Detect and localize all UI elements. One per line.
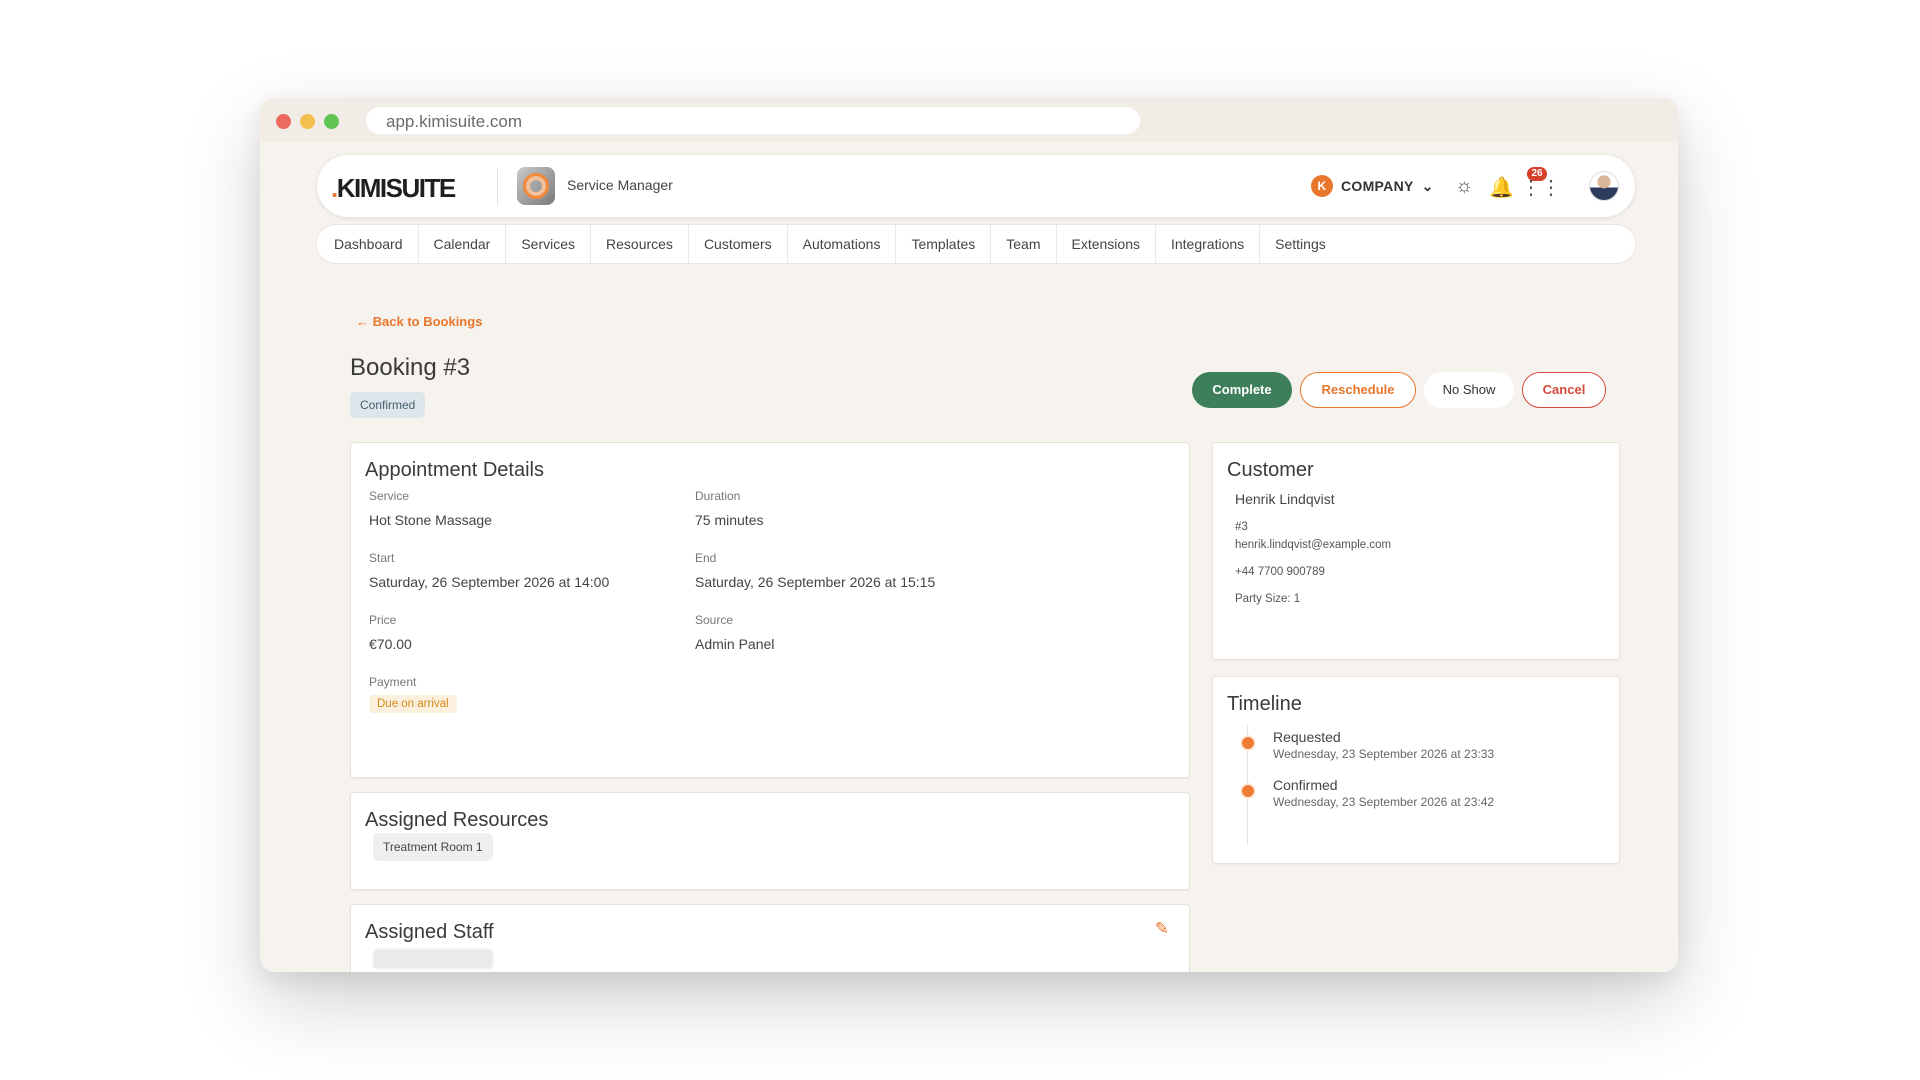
payment-field: Payment Due on arrival: [369, 675, 457, 713]
service-manager-icon: [517, 167, 555, 205]
timeline-card: Timeline Requested Wednesday, 23 Septemb…: [1212, 676, 1620, 864]
customer-email[interactable]: henrik.lindqvist@example.com: [1235, 539, 1391, 551]
back-to-bookings-link[interactable]: ← Back to Bookings: [356, 314, 482, 329]
timeline-event-title: Requested: [1273, 729, 1341, 745]
page-title: Booking #3: [350, 354, 471, 381]
appointment-details-card: Appointment Details Service Hot Stone Mas…: [350, 442, 1190, 778]
header-divider: [497, 169, 498, 205]
service-field: Service Hot Stone Massage: [369, 489, 492, 528]
arrow-left-icon: ←: [356, 314, 369, 329]
nav-extensions[interactable]: Extensions: [1057, 224, 1156, 264]
nav-resources[interactable]: Resources: [591, 224, 689, 264]
close-window-button[interactable]: [276, 114, 291, 129]
browser-window: app.kimisuite.com .KIMISUITE Service Man…: [260, 98, 1678, 972]
customer-phone[interactable]: +44 7700 900789: [1235, 566, 1325, 578]
card-heading: Assigned Resources: [365, 809, 549, 831]
customer-id: #3: [1235, 521, 1248, 533]
address-bar[interactable]: app.kimisuite.com: [366, 107, 1140, 134]
nav-integrations[interactable]: Integrations: [1156, 224, 1261, 264]
user-avatar[interactable]: [1589, 171, 1619, 201]
nav-services[interactable]: Services: [506, 224, 592, 264]
maximize-window-button[interactable]: [324, 114, 339, 129]
card-heading: Assigned Staff: [365, 921, 494, 943]
reschedule-button[interactable]: Reschedule: [1300, 372, 1416, 408]
timeline-event-date: Wednesday, 23 September 2026 at 23:33: [1273, 747, 1495, 761]
start-field: Start Saturday, 26 September 2026 at 14:0…: [369, 551, 610, 590]
customer-name[interactable]: Henrik Lindqvist: [1235, 491, 1335, 507]
timeline-event-date: Wednesday, 23 September 2026 at 23:42: [1273, 795, 1495, 809]
customer-card: Customer Henrik Lindqvist #3 henrik.lind…: [1212, 442, 1620, 660]
timeline-dot: [1240, 783, 1256, 799]
nav-customers[interactable]: Customers: [689, 224, 788, 264]
party-size: Party Size: 1: [1235, 593, 1301, 605]
complete-button[interactable]: Complete: [1192, 372, 1292, 408]
card-heading: Timeline: [1227, 693, 1302, 715]
nav-templates[interactable]: Templates: [896, 224, 992, 264]
browser-titlebar: app.kimisuite.com: [260, 98, 1678, 142]
staff-chip: [373, 949, 493, 969]
kimisuite-logo[interactable]: .KIMISUITE: [331, 173, 456, 204]
card-heading: Customer: [1227, 459, 1314, 481]
source-field: Source Admin Panel: [695, 613, 775, 652]
assigned-staff-card: Assigned Staff ✎: [350, 904, 1190, 972]
company-switcher[interactable]: K COMPANY ⌄: [1311, 175, 1434, 197]
company-avatar: K: [1311, 175, 1333, 197]
theme-toggle-icon[interactable]: ☼: [1455, 175, 1473, 198]
status-badge: Confirmed: [350, 392, 426, 418]
apps-grid-icon[interactable]: ⋮⋮: [1521, 175, 1561, 200]
timeline-event-title: Confirmed: [1273, 777, 1338, 793]
app-header: .KIMISUITE Service Manager K COMPANY ⌄ ☼…: [316, 154, 1636, 218]
company-name: COMPANY: [1341, 178, 1414, 194]
end-field: End Saturday, 26 September 2026 at 15:15: [695, 551, 936, 590]
minimize-window-button[interactable]: [300, 114, 315, 129]
nav-settings[interactable]: Settings: [1260, 224, 1341, 264]
timeline-dot: [1240, 735, 1256, 751]
main-nav: Dashboard Calendar Services Resources Cu…: [316, 224, 1636, 264]
card-heading: Appointment Details: [365, 459, 544, 481]
edit-icon[interactable]: ✎: [1155, 919, 1169, 939]
nav-dashboard[interactable]: Dashboard: [319, 224, 419, 264]
nav-calendar[interactable]: Calendar: [419, 224, 507, 264]
nav-automations[interactable]: Automations: [788, 224, 897, 264]
payment-status-badge: Due on arrival: [369, 695, 457, 713]
resource-chip: Treatment Room 1: [373, 833, 493, 861]
bell-icon[interactable]: 🔔: [1489, 175, 1514, 200]
duration-field: Duration 75 minutes: [695, 489, 764, 528]
price-field: Price €70.00: [369, 613, 412, 652]
cancel-button[interactable]: Cancel: [1522, 372, 1606, 408]
no-show-button[interactable]: No Show: [1424, 372, 1514, 408]
chevron-down-icon: ⌄: [1421, 177, 1434, 194]
nav-team[interactable]: Team: [991, 224, 1057, 264]
assigned-resources-card: Assigned Resources Treatment Room 1: [350, 792, 1190, 890]
app-name: Service Manager: [567, 177, 673, 193]
